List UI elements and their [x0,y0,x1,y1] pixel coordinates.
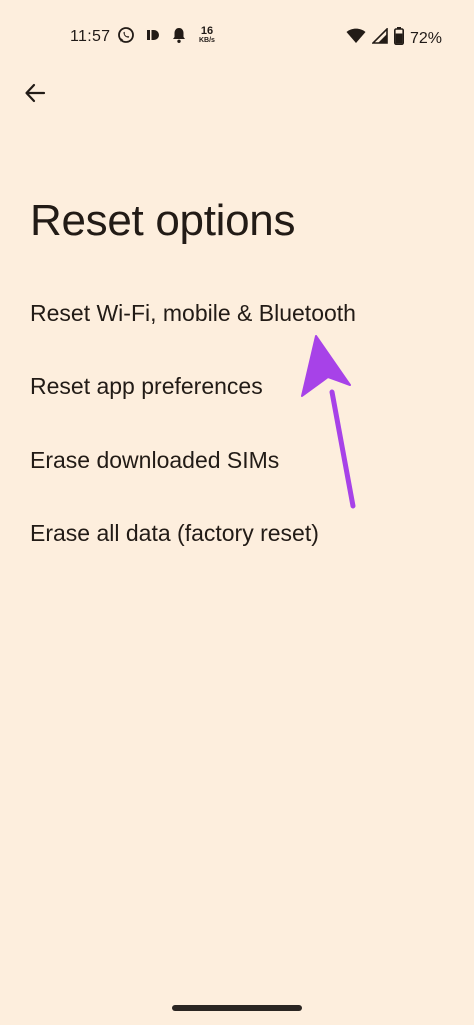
arrow-back-icon [24,82,46,109]
status-bar: 11:57 16 KB/s 72% [0,0,474,76]
bell-icon [171,26,187,44]
battery-icon [393,27,404,50]
option-label: Erase all data (factory reset) [30,520,319,546]
option-erase-downloaded-sims[interactable]: Erase downloaded SIMs [0,437,474,485]
app-notification-icon [145,27,161,43]
status-time: 11:57 [70,28,111,45]
whatsapp-icon [117,26,135,44]
page-title: Reset options [30,196,296,245]
option-label: Reset app preferences [30,373,263,399]
option-erase-all-data[interactable]: Erase all data (factory reset) [0,510,474,558]
annotation-arrow-icon [301,335,356,509]
cellular-signal-icon [371,27,388,49]
option-reset-app-preferences[interactable]: Reset app preferences [0,363,474,411]
network-speed-unit: KB/s [199,37,215,44]
wifi-icon [346,28,366,49]
system-icons: 72% [346,27,442,50]
back-button[interactable] [18,78,52,112]
option-label: Erase downloaded SIMs [30,447,280,473]
option-label: Reset Wi-Fi, mobile & Bluetooth [30,300,356,326]
battery-percent: 72% [409,29,442,47]
notification-icons: 16 KB/s [117,26,215,44]
network-speed-value: 16 [200,25,214,37]
gesture-nav-handle[interactable] [172,1005,302,1011]
network-speed-indicator: 16 KB/s [199,25,215,45]
option-reset-network[interactable]: Reset Wi-Fi, mobile & Bluetooth [0,290,474,338]
